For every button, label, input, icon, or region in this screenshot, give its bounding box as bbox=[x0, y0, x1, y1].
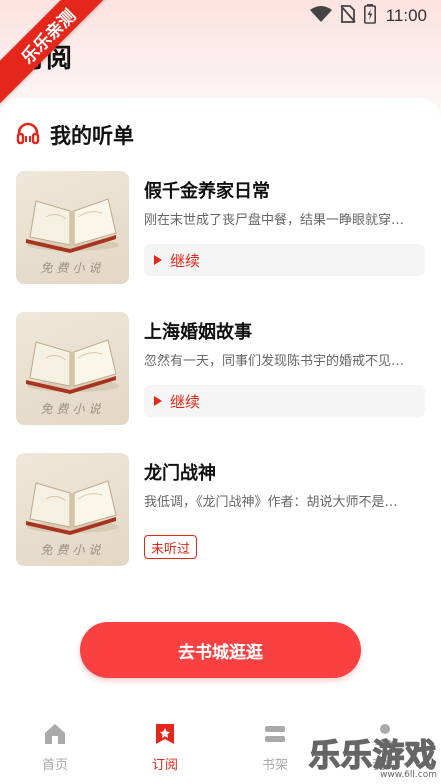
watermark-logo-text: 乐乐游戏 bbox=[308, 738, 437, 774]
book-cover: 免费小说 bbox=[16, 171, 129, 284]
cover-text: 免费小说 bbox=[40, 543, 105, 557]
watermark-logo: 乐乐游戏 www.6ll.com bbox=[308, 738, 437, 780]
home-icon bbox=[43, 722, 67, 750]
tab-label: 订阅 bbox=[151, 758, 178, 773]
headphones-icon bbox=[16, 121, 40, 149]
continue-label: 继续 bbox=[170, 392, 201, 411]
tab-home[interactable]: 首页 bbox=[25, 722, 85, 773]
wifi-icon bbox=[309, 6, 332, 26]
cover-text: 免费小说 bbox=[40, 402, 105, 416]
subscription-icon bbox=[153, 722, 177, 750]
section-header: 我的听单 bbox=[16, 120, 134, 150]
no-sim-icon bbox=[340, 5, 356, 27]
book-cover: 免费小说 bbox=[16, 453, 129, 566]
book-item[interactable]: 免费小说 假千金养家日常 刚在末世成了丧尸盘中餐，结果一睁眼就穿… 继续 bbox=[16, 171, 425, 284]
book-title[interactable]: 龙门战神 bbox=[144, 459, 216, 485]
tab-label: 首页 bbox=[41, 758, 68, 773]
bookshelf-icon bbox=[263, 722, 287, 750]
main-panel: 我的听单 免费小说 假千金养家日常 刚在末世成了丧尸盘中餐，结果一睁眼就穿… 继… bbox=[0, 98, 441, 710]
book-description: 刚在末世成了丧尸盘中餐，结果一睁眼就穿… bbox=[144, 213, 405, 228]
tab-label: 书架 bbox=[261, 758, 288, 773]
tab-bookshelf[interactable]: 书架 bbox=[245, 722, 305, 773]
book-title[interactable]: 假千金养家日常 bbox=[144, 177, 270, 203]
continue-button[interactable]: 继续 bbox=[144, 385, 425, 417]
go-to-bookstore-button[interactable]: 去书城逛逛 bbox=[80, 622, 361, 678]
status-time: 11:00 bbox=[385, 6, 427, 25]
unheard-badge: 未听过 bbox=[144, 535, 198, 559]
continue-label: 继续 bbox=[170, 251, 201, 270]
play-icon bbox=[154, 396, 162, 406]
tab-subscription[interactable]: 订阅 bbox=[135, 722, 195, 773]
book-item[interactable]: 免费小说 上海婚姻故事 忽然有一天，同事们发现陈书宇的婚戒不见… 继续 bbox=[16, 312, 425, 425]
cover-text: 免费小说 bbox=[40, 261, 105, 275]
book-cover: 免费小说 bbox=[16, 312, 129, 425]
book-description: 我低调，《龙门战神》作者：胡说大师不是… bbox=[144, 495, 398, 510]
battery-charging-icon bbox=[363, 4, 376, 28]
play-icon bbox=[154, 255, 162, 265]
section-title: 我的听单 bbox=[50, 124, 134, 148]
continue-button[interactable]: 继续 bbox=[144, 244, 425, 276]
book-description: 忽然有一天，同事们发现陈书宇的婚戒不见… bbox=[144, 354, 405, 369]
book-item[interactable]: 免费小说 龙门战神 我低调，《龙门战神》作者：胡说大师不是… 未听过 bbox=[16, 453, 425, 566]
book-title[interactable]: 上海婚姻故事 bbox=[144, 318, 252, 344]
